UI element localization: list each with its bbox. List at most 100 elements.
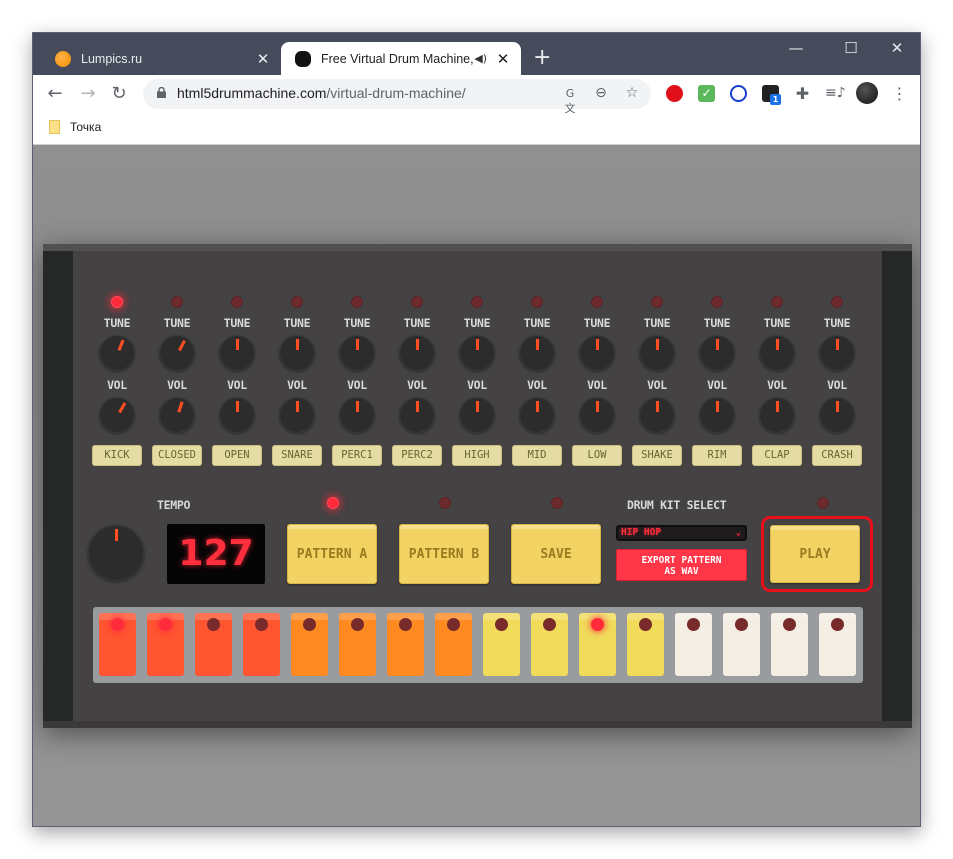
drum-machine: TUNE VOL KICK TUNE VOL CLOSED TUNE VOL OPEN TUNE V… xyxy=(43,244,912,728)
box-extension-icon[interactable]: 1 xyxy=(762,85,781,105)
minimize-button[interactable]: — xyxy=(781,39,811,57)
step-pad[interactable] xyxy=(819,613,856,676)
knob-indicator xyxy=(595,401,599,412)
tune-knob[interactable] xyxy=(579,335,615,371)
top-bevel xyxy=(43,244,912,251)
tab-lumpics[interactable]: Lumpics.ru ✕ xyxy=(41,42,281,75)
step-led xyxy=(831,618,844,631)
reload-button[interactable]: ↻ xyxy=(107,83,131,104)
channel-name-button[interactable]: CRASH xyxy=(812,445,862,466)
tune-knob[interactable] xyxy=(819,335,855,371)
profile-avatar[interactable] xyxy=(856,82,878,104)
play-button[interactable]: PLAY xyxy=(770,525,860,583)
channel-name-button[interactable]: SNARE xyxy=(272,445,322,466)
vol-label: VOL xyxy=(827,378,847,392)
vol-knob[interactable] xyxy=(759,397,795,433)
vol-knob[interactable] xyxy=(159,397,195,433)
tune-knob[interactable] xyxy=(759,335,795,371)
forward-button[interactable]: → xyxy=(76,83,100,104)
step-pad[interactable] xyxy=(435,613,472,676)
step-pad[interactable] xyxy=(99,613,136,676)
vol-knob[interactable] xyxy=(519,397,555,433)
export-wav-button[interactable]: EXPORT PATTERN AS WAV xyxy=(616,549,747,581)
tune-knob[interactable] xyxy=(639,335,675,371)
tune-knob[interactable] xyxy=(99,335,135,371)
drum-kit-select[interactable]: HIP HOP ⌄ xyxy=(616,525,747,541)
close-tab-icon[interactable]: ✕ xyxy=(495,50,511,68)
menu-icon[interactable]: ⋮ xyxy=(891,85,908,102)
step-pad[interactable] xyxy=(483,613,520,676)
vol-knob[interactable] xyxy=(279,397,315,433)
back-button[interactable]: ← xyxy=(43,83,67,104)
channel-name-button[interactable]: SHAKE xyxy=(632,445,682,466)
star-icon[interactable]: ☆ xyxy=(623,85,641,101)
tab-drum-machine[interactable]: Free Virtual Drum Machine, U ◀) ✕ xyxy=(281,42,521,75)
step-pad[interactable] xyxy=(627,613,664,676)
channel-name-button[interactable]: RIM xyxy=(692,445,742,466)
tune-knob[interactable] xyxy=(339,335,375,371)
step-pad[interactable] xyxy=(675,613,712,676)
channel-name-button[interactable]: HIGH xyxy=(452,445,502,466)
maximize-button[interactable]: ☐ xyxy=(836,39,866,57)
step-pad[interactable] xyxy=(387,613,424,676)
globe-extension-icon[interactable] xyxy=(730,85,747,102)
checkmark-extension-icon[interactable]: ✓ xyxy=(698,85,715,102)
tune-knob[interactable] xyxy=(279,335,315,371)
step-led xyxy=(783,618,796,631)
pattern-a-button[interactable]: PATTERN A xyxy=(287,524,377,584)
vol-knob[interactable] xyxy=(699,397,735,433)
vol-knob[interactable] xyxy=(639,397,675,433)
vol-knob[interactable] xyxy=(459,397,495,433)
browser-toolbar: ← → ↻ html5drummachine.com/virtual-drum-… xyxy=(33,75,920,115)
tempo-knob[interactable] xyxy=(88,525,144,581)
tune-knob[interactable] xyxy=(399,335,435,371)
tune-knob[interactable] xyxy=(219,335,255,371)
play-led xyxy=(817,497,829,509)
vol-knob[interactable] xyxy=(579,397,615,433)
step-pad[interactable] xyxy=(147,613,184,676)
step-pad[interactable] xyxy=(579,613,616,676)
zoom-icon[interactable]: ⊖ xyxy=(592,85,610,101)
step-pad[interactable] xyxy=(771,613,808,676)
step-pad[interactable] xyxy=(243,613,280,676)
close-tab-icon[interactable]: ✕ xyxy=(255,50,271,68)
adblock-icon[interactable] xyxy=(666,85,683,102)
bookmark-folder[interactable]: Точка xyxy=(49,120,101,134)
step-pad[interactable] xyxy=(339,613,376,676)
translate-icon[interactable]: G文 xyxy=(561,87,579,116)
pattern-b-button[interactable]: PATTERN B xyxy=(399,524,489,584)
channel-name-button[interactable]: CLAP xyxy=(752,445,802,466)
vol-knob[interactable] xyxy=(399,397,435,433)
close-window-button[interactable]: ✕ xyxy=(882,39,912,57)
step-pad[interactable] xyxy=(195,613,232,676)
step-pad[interactable] xyxy=(531,613,568,676)
url-text[interactable]: html5drummachine.com/virtual-drum-machin… xyxy=(177,85,466,101)
vol-label: VOL xyxy=(767,378,787,392)
channel-led xyxy=(771,296,783,308)
tune-knob[interactable] xyxy=(159,335,195,371)
knob-indicator xyxy=(235,401,239,412)
new-tab-button[interactable]: + xyxy=(533,47,551,69)
channel-led xyxy=(171,296,183,308)
channel-name-button[interactable]: MID xyxy=(512,445,562,466)
tune-knob[interactable] xyxy=(459,335,495,371)
channel-name-button[interactable]: OPEN xyxy=(212,445,262,466)
vol-knob[interactable] xyxy=(219,397,255,433)
step-pad[interactable] xyxy=(723,613,760,676)
tune-knob[interactable] xyxy=(519,335,555,371)
vol-knob[interactable] xyxy=(339,397,375,433)
speaker-icon[interactable]: ◀) xyxy=(474,52,487,65)
channel-name-button[interactable]: LOW xyxy=(572,445,622,466)
media-icon[interactable]: ≡♪ xyxy=(825,85,846,102)
channel-name-button[interactable]: KICK xyxy=(92,445,142,466)
tune-knob[interactable] xyxy=(699,335,735,371)
channel-name-button[interactable]: PERC2 xyxy=(392,445,442,466)
save-button[interactable]: SAVE xyxy=(511,524,601,584)
vol-knob[interactable] xyxy=(819,397,855,433)
channel-name-button[interactable]: CLOSED xyxy=(152,445,202,466)
channel-name-button[interactable]: PERC1 xyxy=(332,445,382,466)
puzzle-icon[interactable]: ✚ xyxy=(794,85,811,102)
address-bar[interactable]: html5drummachine.com/virtual-drum-machin… xyxy=(143,79,651,115)
vol-knob[interactable] xyxy=(99,397,135,433)
step-pad[interactable] xyxy=(291,613,328,676)
